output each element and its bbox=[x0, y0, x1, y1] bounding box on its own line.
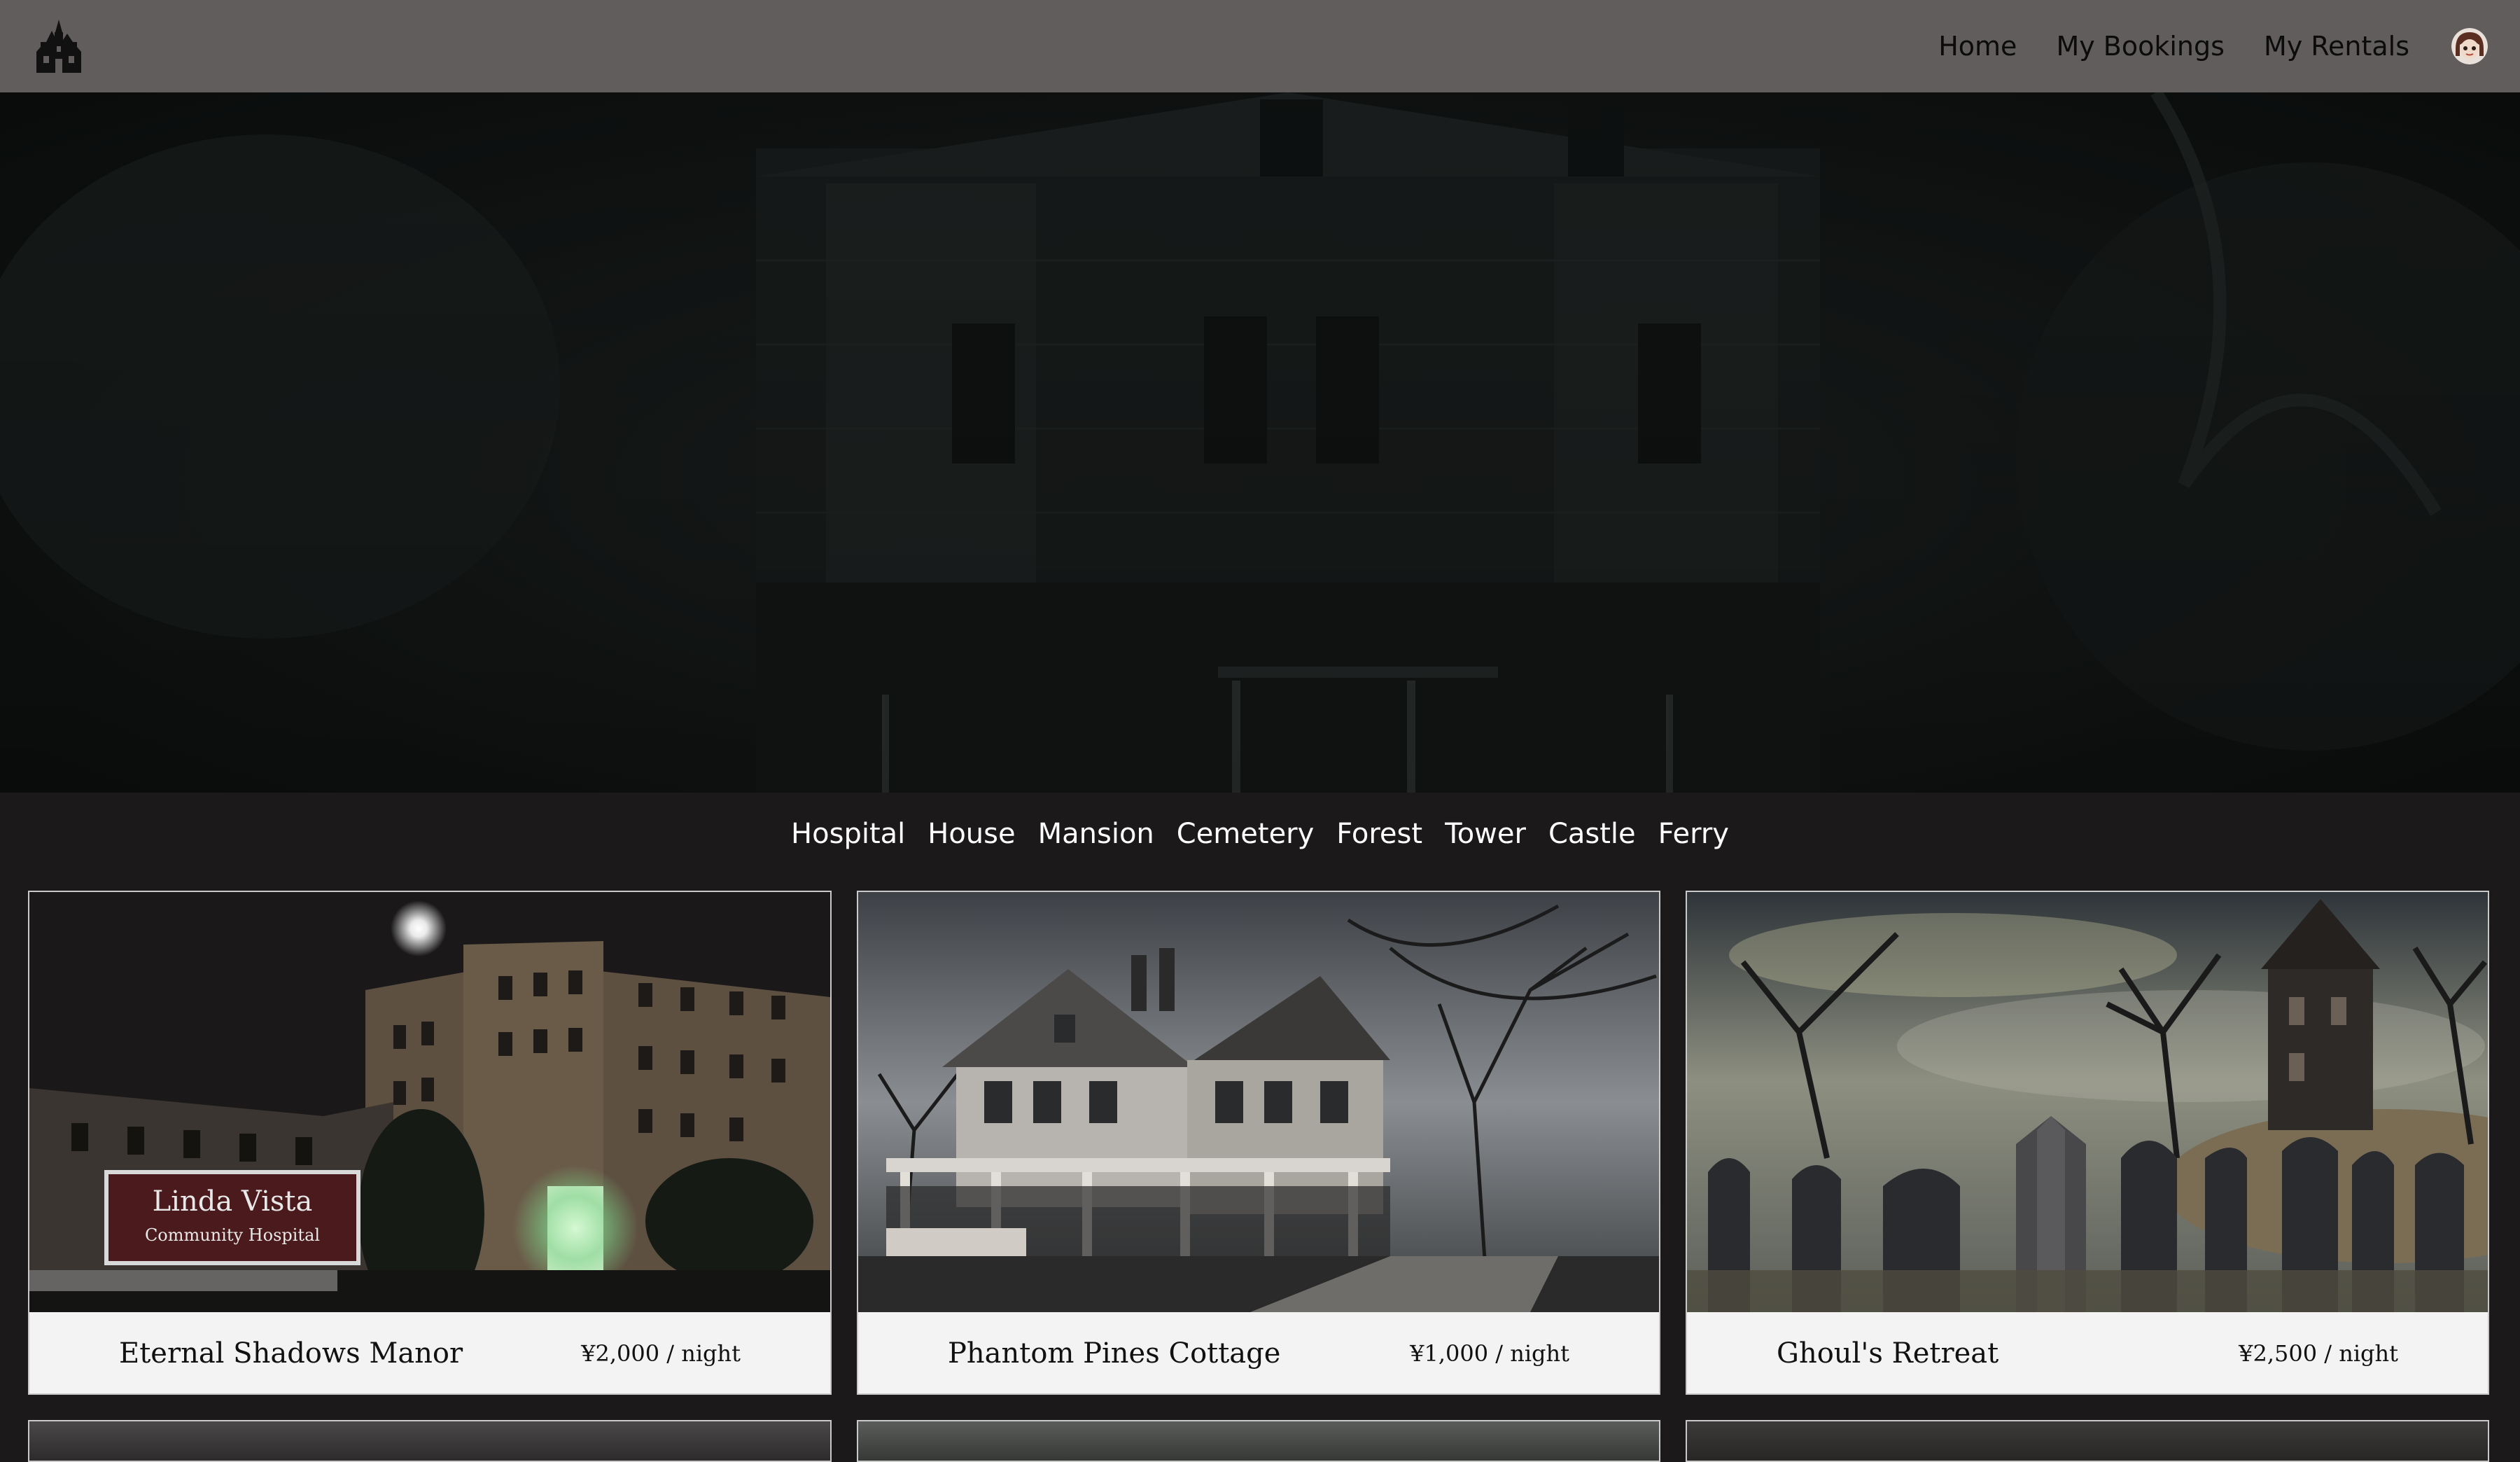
category-cemetery[interactable]: Cemetery bbox=[1177, 818, 1315, 850]
listing-card[interactable]: Phantom Pines Cottage ¥1,000 / night bbox=[857, 891, 1660, 1395]
category-hospital[interactable]: Hospital bbox=[791, 818, 905, 850]
listing-card[interactable]: Linda Vista Community Hospital Eternal S… bbox=[28, 891, 832, 1395]
listing-card[interactable] bbox=[1686, 1420, 2489, 1462]
category-ferry[interactable]: Ferry bbox=[1658, 818, 1729, 850]
listing-caption: Phantom Pines Cottage ¥1,000 / night bbox=[858, 1312, 1659, 1393]
listing-caption: Ghoul's Retreat ¥2,500 / night bbox=[1687, 1312, 2488, 1393]
category-tower[interactable]: Tower bbox=[1445, 818, 1526, 850]
listing-photo bbox=[1687, 1421, 2488, 1461]
listing-price: ¥2,000 / night bbox=[581, 1340, 741, 1367]
svg-text:Community Hospital: Community Hospital bbox=[145, 1225, 320, 1245]
listing-title: Phantom Pines Cottage bbox=[948, 1337, 1281, 1370]
listing-photo-hospital: Linda Vista Community Hospital bbox=[29, 892, 830, 1312]
listing-card[interactable]: Ghoul's Retreat ¥2,500 / night bbox=[1686, 891, 2489, 1395]
listing-card[interactable] bbox=[28, 1420, 832, 1462]
listing-photo-cemetery bbox=[1687, 892, 2488, 1312]
category-filter-bar: Hospital House Mansion Cemetery Forest T… bbox=[0, 818, 2520, 850]
category-house[interactable]: House bbox=[927, 818, 1015, 850]
nav-my-bookings-link[interactable]: My Bookings bbox=[2056, 31, 2225, 62]
listing-photo-house bbox=[858, 892, 1659, 1312]
hero-banner bbox=[0, 92, 2520, 793]
top-navbar: Home My Bookings My Rentals bbox=[0, 0, 2520, 92]
category-mansion[interactable]: Mansion bbox=[1038, 818, 1154, 850]
listing-photo bbox=[858, 1421, 1659, 1461]
listing-price: ¥2,500 / night bbox=[2239, 1340, 2398, 1367]
listing-card[interactable] bbox=[857, 1420, 1660, 1462]
listing-title: Eternal Shadows Manor bbox=[119, 1337, 463, 1370]
listing-title: Ghoul's Retreat bbox=[1777, 1337, 1999, 1370]
listing-photo bbox=[29, 1421, 830, 1461]
nav-my-rentals-link[interactable]: My Rentals bbox=[2264, 31, 2409, 62]
category-forest[interactable]: Forest bbox=[1336, 818, 1422, 850]
listing-price: ¥1,000 / night bbox=[1410, 1340, 1569, 1367]
listing-caption: Eternal Shadows Manor ¥2,000 / night bbox=[29, 1312, 830, 1393]
haunted-house-icon[interactable] bbox=[34, 17, 84, 76]
svg-text:Linda Vista: Linda Vista bbox=[153, 1185, 313, 1218]
nav-home-link[interactable]: Home bbox=[1938, 31, 2017, 62]
category-castle[interactable]: Castle bbox=[1548, 818, 1636, 850]
user-avatar-icon[interactable] bbox=[2451, 28, 2488, 64]
